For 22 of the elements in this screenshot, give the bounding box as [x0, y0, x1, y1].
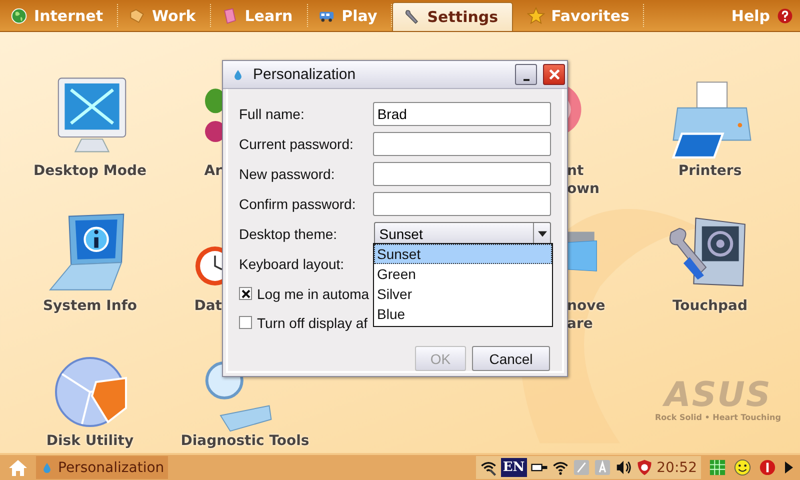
- icon-label: Desktop Mode: [33, 163, 147, 179]
- checkbox-label: Turn off display af: [257, 314, 368, 330]
- icon-label: Diagnostic Tools: [180, 433, 310, 449]
- window-title: Personalization: [253, 66, 356, 83]
- icon-label: System Info: [42, 298, 138, 314]
- icon-label: own: [567, 181, 600, 197]
- icon-label: nt: [567, 163, 584, 179]
- checkbox-label: Log me in automa: [257, 286, 370, 302]
- icon-label: Dat: [194, 298, 222, 314]
- field-label: Current password:: [239, 136, 354, 152]
- icon-label: Disk Utility: [46, 433, 134, 449]
- field-label: Full name:: [239, 106, 306, 122]
- icon-label: Touchpad: [672, 298, 748, 314]
- field-label: Desktop theme:: [239, 226, 338, 242]
- icon-label: are: [567, 316, 593, 332]
- icon-label: nove: [567, 298, 606, 314]
- field-label: Confirm password:: [239, 196, 357, 212]
- icon-label: Ar: [204, 163, 222, 179]
- field-label: Keyboard layout:: [239, 256, 346, 272]
- field-label: New password:: [239, 166, 336, 182]
- brand-slogan: Rock Solid • Heart Touching: [655, 413, 781, 422]
- icon-label: Printers: [678, 163, 742, 179]
